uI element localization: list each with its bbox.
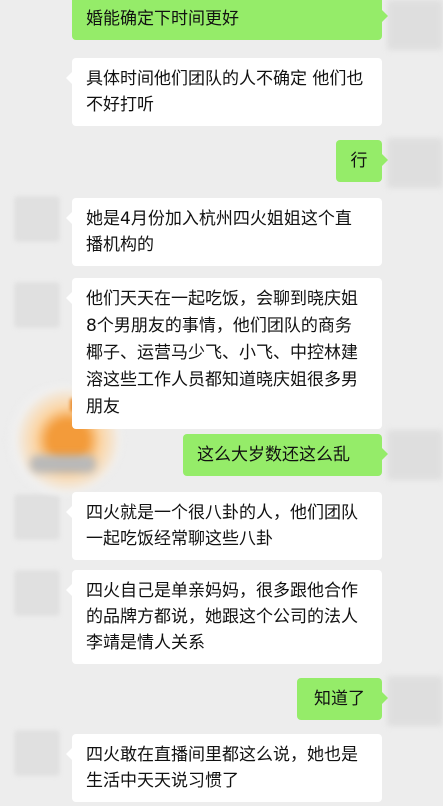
message-bubble-incoming[interactable]: 四火自己是单亲妈妈，很多跟他合作的品牌方都说，她跟这个公司的法人李靖是情人关系 [66,570,382,664]
message-text: 四火自己是单亲妈妈，很多跟他合作的品牌方都说，她跟这个公司的法人李靖是情人关系 [86,581,358,653]
self-avatar[interactable] [387,430,443,480]
self-avatar[interactable] [387,676,443,726]
message-bubble-incoming[interactable]: 他们天天在一起吃饭，会聊到晓庆姐8个男朋友的事情，他们团队的商务椰子、运营马少飞… [66,278,382,429]
message-bubble-incoming[interactable]: 具体时间他们团队的人不确定 他们也不好打听 [66,58,382,126]
blurred-sticker-mark [30,455,96,473]
message-bubble-outgoing[interactable]: 这么大岁数还这么乱 [183,434,388,476]
contact-avatar[interactable] [14,570,60,616]
message-text: 他们天天在一起吃饭，会聊到晓庆姐8个男朋友的事情，他们团队的商务椰子、运营马少飞… [86,289,358,417]
self-avatar[interactable] [387,138,443,188]
message-text: 她是4月份加入杭州四火姐姐这个直播机构的 [86,209,352,255]
message-bubble-outgoing[interactable]: 行 [336,140,388,182]
message-text: 具体时间他们团队的人不确定 他们也不好打听 [86,69,364,115]
contact-avatar[interactable] [14,282,60,328]
message-bubble-outgoing[interactable]: 知道了 [297,678,388,720]
message-text: 行 [350,151,368,171]
message-bubble-incoming[interactable]: 四火就是一个很八卦的人，他们团队一起吃饭经常聊这些八卦 [66,492,382,560]
message-text: 知道了 [314,689,365,709]
message-text: 四火敢在直播间里都这么说，她也是生活中天天说习惯了 [86,745,358,791]
message-text: 婚能确定下时间更好 [86,9,239,29]
self-avatar[interactable] [387,0,443,50]
contact-avatar[interactable] [14,494,60,540]
message-text: 四火就是一个很八卦的人，他们团队一起吃饭经常聊这些八卦 [86,503,358,549]
chat-history[interactable]: 婚能确定下时间更好 具体时间他们团队的人不确定 他们也不好打听 行 她是4月份加… [0,0,443,806]
message-bubble-outgoing[interactable]: 婚能确定下时间更好 [72,0,388,40]
contact-avatar[interactable] [14,730,60,776]
message-bubble-incoming[interactable]: 她是4月份加入杭州四火姐姐这个直播机构的 [66,198,382,266]
message-text: 这么大岁数还这么乱 [197,445,350,465]
contact-avatar[interactable] [14,196,60,242]
message-bubble-incoming[interactable]: 四火敢在直播间里都这么说，她也是生活中天天说习惯了 [66,734,382,802]
